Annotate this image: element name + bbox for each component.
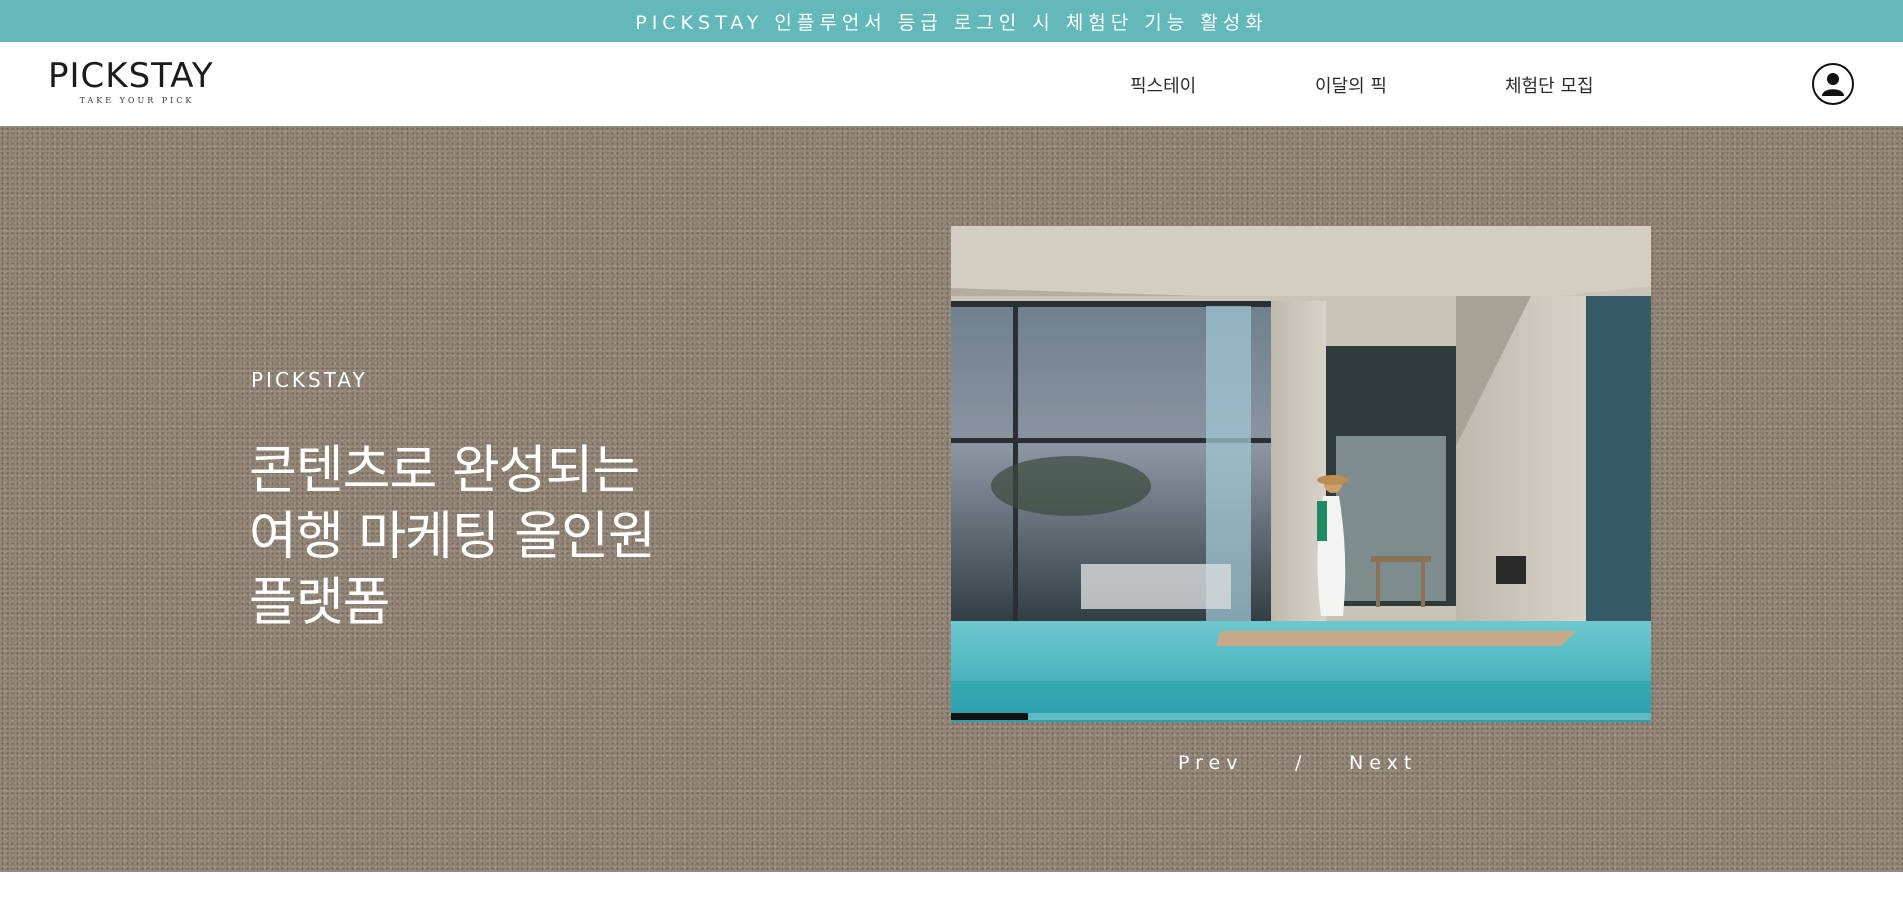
user-account-button[interactable]	[1812, 63, 1854, 105]
hero-title-line: 여행 마케팅 올인원	[249, 507, 656, 567]
pickstay-logo[interactable]: PICKSTAY TAKE YOUR PICK	[48, 56, 228, 112]
villa-pool-photo	[951, 226, 1651, 722]
prev-button[interactable]: Prev	[1178, 752, 1243, 774]
hero-eyebrow: PICKSTAY	[251, 368, 368, 392]
hero-title: 콘텐츠로 완성되는 여행 마케팅 올인원 플랫폼	[249, 438, 769, 636]
slider-separator: /	[1295, 752, 1308, 774]
announcement-text: PICKSTAY 인플루언서 등급 로그인 시 체험단 기능 활성화	[635, 11, 1268, 34]
hero-title-line: 플랫폼	[249, 573, 391, 633]
announcement-bar: PICKSTAY 인플루언서 등급 로그인 시 체험단 기능 활성화	[0, 0, 1903, 42]
logo-wordmark: PICKSTAY	[48, 56, 214, 96]
hero-slide-image[interactable]	[951, 226, 1651, 722]
logo-tagline: TAKE YOUR PICK	[79, 96, 195, 105]
site-header: PICKSTAY TAKE YOUR PICK 픽스테이 이달의 픽 체험단 모…	[0, 42, 1903, 126]
next-button[interactable]: Next	[1349, 752, 1417, 774]
user-circle-icon	[1822, 73, 1844, 96]
hero-title-line: 콘텐츠로 완성되는	[249, 441, 640, 501]
hero-section: PICKSTAY 콘텐츠로 완성되는 여행 마케팅 올인원 플랫폼 Prev /…	[0, 126, 1903, 872]
slide-progress-bar	[951, 713, 1651, 720]
nav-item-pickstay[interactable]: 픽스테이	[1130, 72, 1196, 98]
nav-item-monthly-pick[interactable]: 이달의 픽	[1315, 72, 1387, 98]
nav-item-reviewer-recruit[interactable]: 체험단 모집	[1505, 72, 1594, 98]
slide-progress-fill	[951, 713, 1028, 720]
